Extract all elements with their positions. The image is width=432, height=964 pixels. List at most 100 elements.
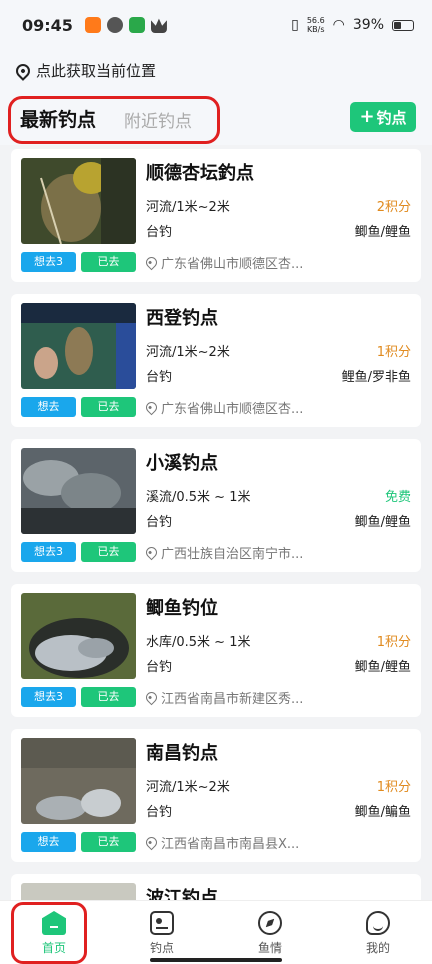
spot-photo (21, 883, 136, 900)
net-speed: 56.6 KB/s (307, 16, 325, 34)
spot-photo (21, 303, 136, 389)
spot-water-depth: 水库/0.5米 ~ 1米 (146, 635, 251, 650)
spot-title: 西登钓点 (146, 308, 218, 329)
location-pin-icon (13, 60, 33, 81)
spot-card[interactable]: 波江钓点 (11, 874, 421, 900)
spot-points: 2积分 (376, 200, 411, 215)
battery-text: 39% (352, 17, 384, 33)
spot-address-text: 广东省佛山市顺德区杏... (161, 402, 304, 417)
tab-nearby-spots[interactable]: 附近钓点 (124, 107, 192, 132)
spot-photo (21, 158, 136, 244)
spot-method: 台钓 (146, 370, 173, 385)
spot-address-text: 广西壮族自治区南宁市... (161, 547, 304, 562)
address-pin-icon (146, 399, 160, 416)
notification-icons (84, 17, 167, 33)
spot-points: 免费 (384, 490, 411, 505)
compass-icon (258, 911, 282, 935)
net-speed-unit: KB/s (306, 25, 325, 34)
spot-fish: 鲫鱼/鲤鱼 (354, 225, 411, 240)
address-pin-icon (146, 544, 160, 561)
spot-address: 广东省佛山市顺德区杏... (146, 398, 316, 417)
net-speed-value: 56.6 (306, 16, 325, 25)
spot-title: 小溪钓点 (146, 453, 218, 474)
spot-address: 江西省南昌市新建区秀... (146, 688, 316, 707)
add-spot-button[interactable]: + 钓点 (350, 102, 416, 132)
header: 点此获取当前位置 最新钓点 附近钓点 + 钓点 (0, 50, 432, 145)
spot-title: 顺德杏坛釣点 (146, 163, 254, 184)
spot-card[interactable]: 西登钓点 河流/1米~2米 1积分 台钓 鲤鱼/罗非鱼 想去 已去 广东省佛山市… (11, 294, 421, 427)
battery-icon (392, 19, 414, 31)
address-pin-icon (146, 834, 160, 851)
want-to-go-button[interactable]: 想去3 (21, 687, 76, 707)
spot-method: 台钓 (146, 660, 173, 675)
want-to-go-button[interactable]: 想去 (21, 397, 76, 417)
spot-list[interactable]: 顺德杏坛釣点 河流/1米~2米 2积分 台钓 鲫鱼/鲤鱼 想去3 已去 广东省佛… (0, 145, 432, 900)
spot-fish: 鲫鱼/鲤鱼 (354, 660, 411, 675)
been-there-button[interactable]: 已去 (81, 687, 136, 707)
spot-fish: 鲫鱼/鲤鱼 (354, 515, 411, 530)
been-there-button[interactable]: 已去 (81, 832, 136, 852)
been-there-button[interactable]: 已去 (81, 252, 136, 272)
spot-address: 广东省佛山市顺德区杏... (146, 253, 316, 272)
spot-method: 台钓 (146, 805, 173, 820)
address-pin-icon (146, 254, 160, 271)
want-to-go-button[interactable]: 想去3 (21, 542, 76, 562)
spot-address-text: 广东省佛山市顺德区杏... (161, 257, 304, 272)
spot-card[interactable]: 小溪钓点 溪流/0.5米 ~ 1米 免费 台钓 鲫鱼/鲤鱼 想去3 已去 广西壮… (11, 439, 421, 572)
spot-card[interactable]: 南昌钓点 河流/1米~2米 1积分 台钓 鲫鱼/鳊鱼 想去 已去 江西省南昌市南… (11, 729, 421, 862)
want-to-go-button[interactable]: 想去3 (21, 252, 76, 272)
nav-mine[interactable]: 我的 (324, 901, 432, 964)
crown-icon (150, 18, 167, 33)
get-location-button[interactable]: 点此获取当前位置 (13, 60, 157, 81)
vibrate-icon: ▯ (291, 17, 299, 33)
been-there-button[interactable]: 已去 (81, 397, 136, 417)
app-notification-icon (84, 17, 101, 33)
spot-title: 鲫鱼钓位 (146, 598, 218, 619)
spot-card[interactable]: 鲫鱼钓位 水库/0.5米 ~ 1米 1积分 台钓 鲫鱼/鲤鱼 想去3 已去 江西… (11, 584, 421, 717)
add-spot-label: 钓点 (376, 108, 407, 127)
face-icon (366, 911, 390, 935)
spot-points: 1积分 (376, 635, 411, 650)
nav-fish-report-label: 鱼情 (257, 941, 282, 955)
spot-address: 广西壮族自治区南宁市... (146, 543, 316, 562)
wifi-icon: ◠ (332, 17, 345, 33)
spot-icon (150, 911, 174, 935)
spot-photo (21, 738, 136, 824)
nav-fish-report[interactable]: 鱼情 (216, 901, 324, 964)
spot-points: 1积分 (376, 780, 411, 795)
spot-card[interactable]: 顺德杏坛釣点 河流/1米~2米 2积分 台钓 鲫鱼/鲤鱼 想去3 已去 广东省佛… (11, 149, 421, 282)
nav-home-label: 首页 (41, 941, 66, 955)
nav-mine-label: 我的 (365, 941, 390, 955)
status-time: 09:45 (22, 15, 73, 35)
spot-address-text: 江西省南昌市新建区秀... (161, 692, 304, 707)
been-there-button[interactable]: 已去 (81, 542, 136, 562)
nav-spots[interactable]: 钓点 (108, 901, 216, 964)
spot-address: 江西省南昌市南昌县X... (146, 833, 316, 852)
spot-photo (21, 448, 136, 534)
spot-fish: 鲤鱼/罗非鱼 (341, 370, 411, 385)
spot-water-depth: 河流/1米~2米 (146, 200, 230, 215)
spot-fish: 鲫鱼/鳊鱼 (354, 805, 411, 820)
spot-water-depth: 溪流/0.5米 ~ 1米 (146, 490, 251, 505)
spot-photo (21, 593, 136, 679)
plus-icon: + (359, 106, 375, 127)
spot-title: 波江钓点 (146, 888, 218, 900)
nav-home[interactable]: 首页 (0, 901, 108, 964)
spot-points: 1积分 (376, 345, 411, 360)
nav-spots-label: 钓点 (149, 941, 174, 955)
spot-water-depth: 河流/1米~2米 (146, 780, 230, 795)
app-store-icon (128, 17, 145, 33)
tab-latest-spots[interactable]: 最新钓点 (20, 105, 96, 132)
wechat-icon (106, 17, 123, 33)
status-bar: 09:45 ▯ 56.6 KB/s ◠ 39% (0, 0, 432, 50)
location-text: 点此获取当前位置 (36, 62, 157, 80)
want-to-go-button[interactable]: 想去 (21, 832, 76, 852)
spot-address-text: 江西省南昌市南昌县X... (161, 837, 300, 852)
spot-water-depth: 河流/1米~2米 (146, 345, 230, 360)
address-pin-icon (146, 689, 160, 706)
home-indicator (150, 958, 282, 962)
spot-method: 台钓 (146, 515, 173, 530)
status-right: ▯ 56.6 KB/s ◠ 39% (291, 16, 414, 34)
spot-title: 南昌钓点 (146, 743, 218, 764)
bottom-nav: 首页 钓点 鱼情 我的 (0, 900, 432, 964)
